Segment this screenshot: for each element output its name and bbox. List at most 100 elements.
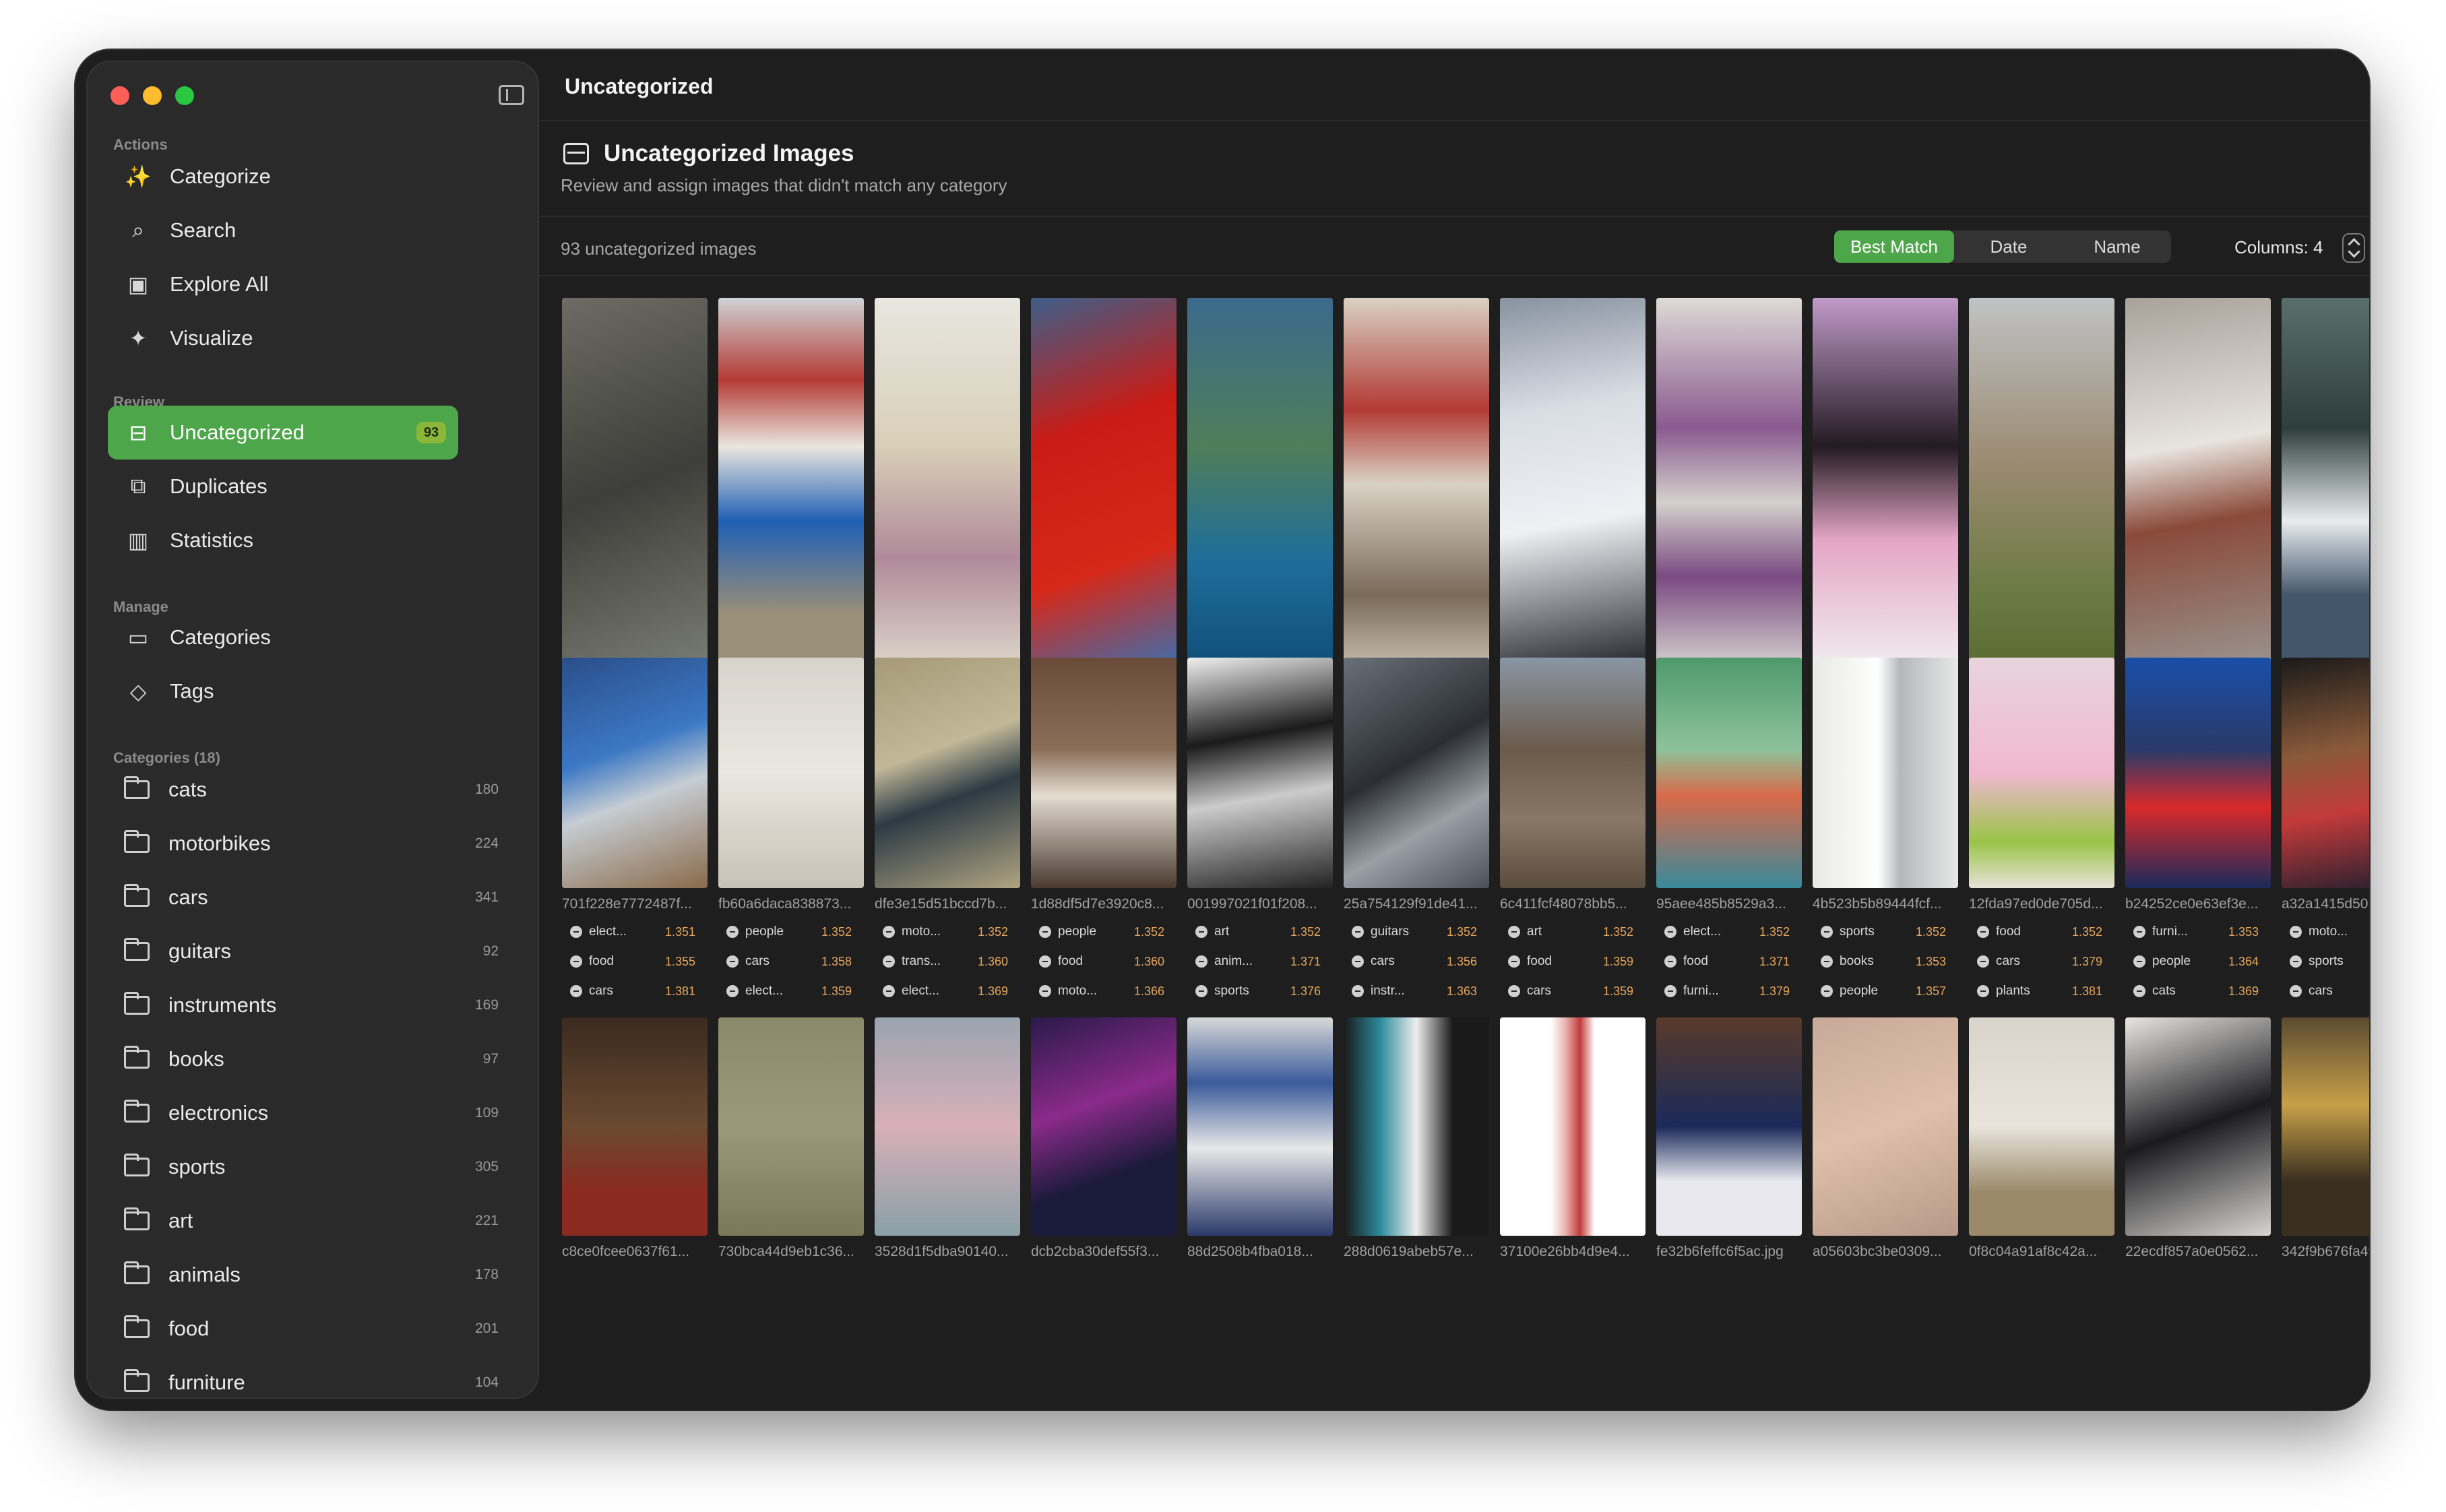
sidebar-item-visualize[interactable]: ✦ Visualize [108,311,458,365]
image-thumbnail[interactable] [1031,298,1177,670]
image-thumbnail[interactable] [1813,658,1958,888]
image-thumbnail[interactable] [875,298,1020,670]
image-thumbnail[interactable] [1500,658,1645,888]
sort-date-button[interactable]: Date [1954,230,2063,263]
image-thumbnail[interactable] [2125,1017,2271,1236]
category-suggestion[interactable]: people 1.364 [2133,950,2268,973]
category-item-motorbikes[interactable]: motorbikes 224 [108,817,518,871]
sort-best-match-button[interactable]: Best Match [1834,230,1954,263]
category-suggestion[interactable]: cars 1.381 [570,980,705,1003]
image-thumbnail[interactable] [1031,1017,1177,1236]
category-suggestion[interactable]: moto... 1.352 [883,920,1017,943]
category-suggestion[interactable]: moto...1.353 [2290,920,2369,943]
category-suggestion[interactable]: people 1.352 [726,920,861,943]
image-thumbnail[interactable] [1969,298,2114,670]
image-thumbnail[interactable] [2125,658,2271,888]
category-suggestion[interactable]: guitars 1.352 [1352,920,1486,943]
category-suggestion[interactable]: food 1.355 [570,950,705,973]
category-suggestion[interactable]: books 1.353 [1821,950,1955,973]
image-thumbnail[interactable] [1187,1017,1333,1236]
sidebar-item-categorize[interactable]: ✨ Categorize [108,150,458,203]
category-suggestion[interactable]: sports1.360 [2290,950,2369,973]
category-suggestion[interactable]: cars 1.358 [726,950,861,973]
sort-name-button[interactable]: Name [2063,230,2171,263]
minimize-window-button[interactable] [143,86,162,105]
image-thumbnail[interactable] [2282,1017,2369,1236]
category-suggestion[interactable]: cars1.362 [2290,980,2369,1003]
category-suggestion[interactable]: cars 1.379 [1977,950,2112,973]
image-thumbnail[interactable] [1187,298,1333,670]
image-thumbnail[interactable] [1656,298,1802,670]
image-thumbnail[interactable] [562,1017,708,1236]
close-window-button[interactable] [111,86,129,105]
category-suggestion[interactable]: elect... 1.351 [570,920,705,943]
category-item-furniture[interactable]: furniture 104 [108,1356,518,1399]
category-suggestion[interactable]: cars 1.359 [1508,980,1643,1003]
image-thumbnail[interactable] [1813,298,1958,670]
category-item-sports[interactable]: sports 305 [108,1140,518,1194]
category-suggestion[interactable]: sports 1.376 [1195,980,1330,1003]
image-thumbnail[interactable] [718,1017,864,1236]
category-item-animals[interactable]: animals 178 [108,1248,518,1302]
category-item-food[interactable]: food 201 [108,1302,518,1356]
category-suggestion[interactable]: trans... 1.360 [883,950,1017,973]
image-thumbnail[interactable] [1031,658,1177,888]
category-suggestion[interactable]: furni... 1.379 [1664,980,1799,1003]
sidebar-item-search[interactable]: ⌕ Search [108,203,458,257]
sidebar-item-categories[interactable]: ▭ Categories [108,610,458,664]
sidebar-item-tags[interactable]: ◇ Tags [108,664,458,718]
sidebar-item-uncategorized[interactable]: ⊟ Uncategorized 93 [108,406,458,460]
category-suggestion[interactable]: people 1.357 [1821,980,1955,1003]
category-item-instruments[interactable]: instruments 169 [108,978,518,1032]
category-suggestion[interactable]: food 1.359 [1508,950,1643,973]
category-item-books[interactable]: books 97 [108,1032,518,1086]
zoom-window-button[interactable] [175,86,194,105]
image-thumbnail[interactable] [1656,1017,1802,1236]
image-thumbnail[interactable] [1187,658,1333,888]
category-suggestion[interactable]: food 1.352 [1977,920,2112,943]
category-suggestion[interactable]: cats 1.369 [2133,980,2268,1003]
category-suggestion[interactable]: cars 1.356 [1352,950,1486,973]
image-thumbnail[interactable] [875,658,1020,888]
category-suggestion[interactable]: sports 1.352 [1821,920,1955,943]
sidebar-toggle-icon[interactable] [499,85,524,105]
image-thumbnail[interactable] [562,298,708,670]
image-thumbnail[interactable] [718,298,864,670]
category-suggestion[interactable]: food 1.360 [1039,950,1174,973]
image-thumbnail[interactable] [1500,298,1645,670]
image-thumbnail[interactable] [1344,298,1489,670]
category-suggestion[interactable]: food 1.371 [1664,950,1799,973]
category-suggestion[interactable]: elect... 1.352 [1664,920,1799,943]
category-suggestion[interactable]: furni... 1.353 [2133,920,2268,943]
sidebar-item-statistics[interactable]: ▥ Statistics [108,513,458,567]
category-suggestion[interactable]: elect... 1.369 [883,980,1017,1003]
category-suggestion[interactable]: anim... 1.371 [1195,950,1330,973]
category-item-electronics[interactable]: electronics 109 [108,1086,518,1140]
image-thumbnail[interactable] [875,1017,1020,1236]
category-item-art[interactable]: art 221 [108,1194,518,1248]
image-thumbnail[interactable] [1969,658,2114,888]
category-suggestion[interactable]: art 1.352 [1195,920,1330,943]
columns-stepper[interactable] [2342,233,2365,263]
image-thumbnail[interactable] [1344,658,1489,888]
image-thumbnail[interactable] [1656,658,1802,888]
image-thumbnail[interactable] [2125,298,2271,670]
image-thumbnail[interactable] [1969,1017,2114,1236]
category-item-cars[interactable]: cars 341 [108,871,518,924]
category-item-guitars[interactable]: guitars 92 [108,924,518,978]
image-thumbnail[interactable] [1500,1017,1645,1236]
category-suggestion[interactable]: elect... 1.359 [726,980,861,1003]
category-suggestion[interactable]: plants 1.381 [1977,980,2112,1003]
category-suggestion[interactable]: instr... 1.363 [1352,980,1486,1003]
image-thumbnail[interactable] [1344,1017,1489,1236]
image-thumbnail[interactable] [718,658,864,888]
category-item-cats[interactable]: cats 180 [108,763,518,817]
category-suggestion[interactable]: people 1.352 [1039,920,1174,943]
image-thumbnail[interactable] [1813,1017,1958,1236]
image-thumbnail[interactable] [2282,658,2369,888]
category-suggestion[interactable]: moto... 1.366 [1039,980,1174,1003]
sidebar-item-explore-all[interactable]: ▣ Explore All [108,257,458,311]
sidebar-item-duplicates[interactable]: ⧉ Duplicates [108,460,458,513]
image-thumbnail[interactable] [562,658,708,888]
category-suggestion[interactable]: art 1.352 [1508,920,1643,943]
